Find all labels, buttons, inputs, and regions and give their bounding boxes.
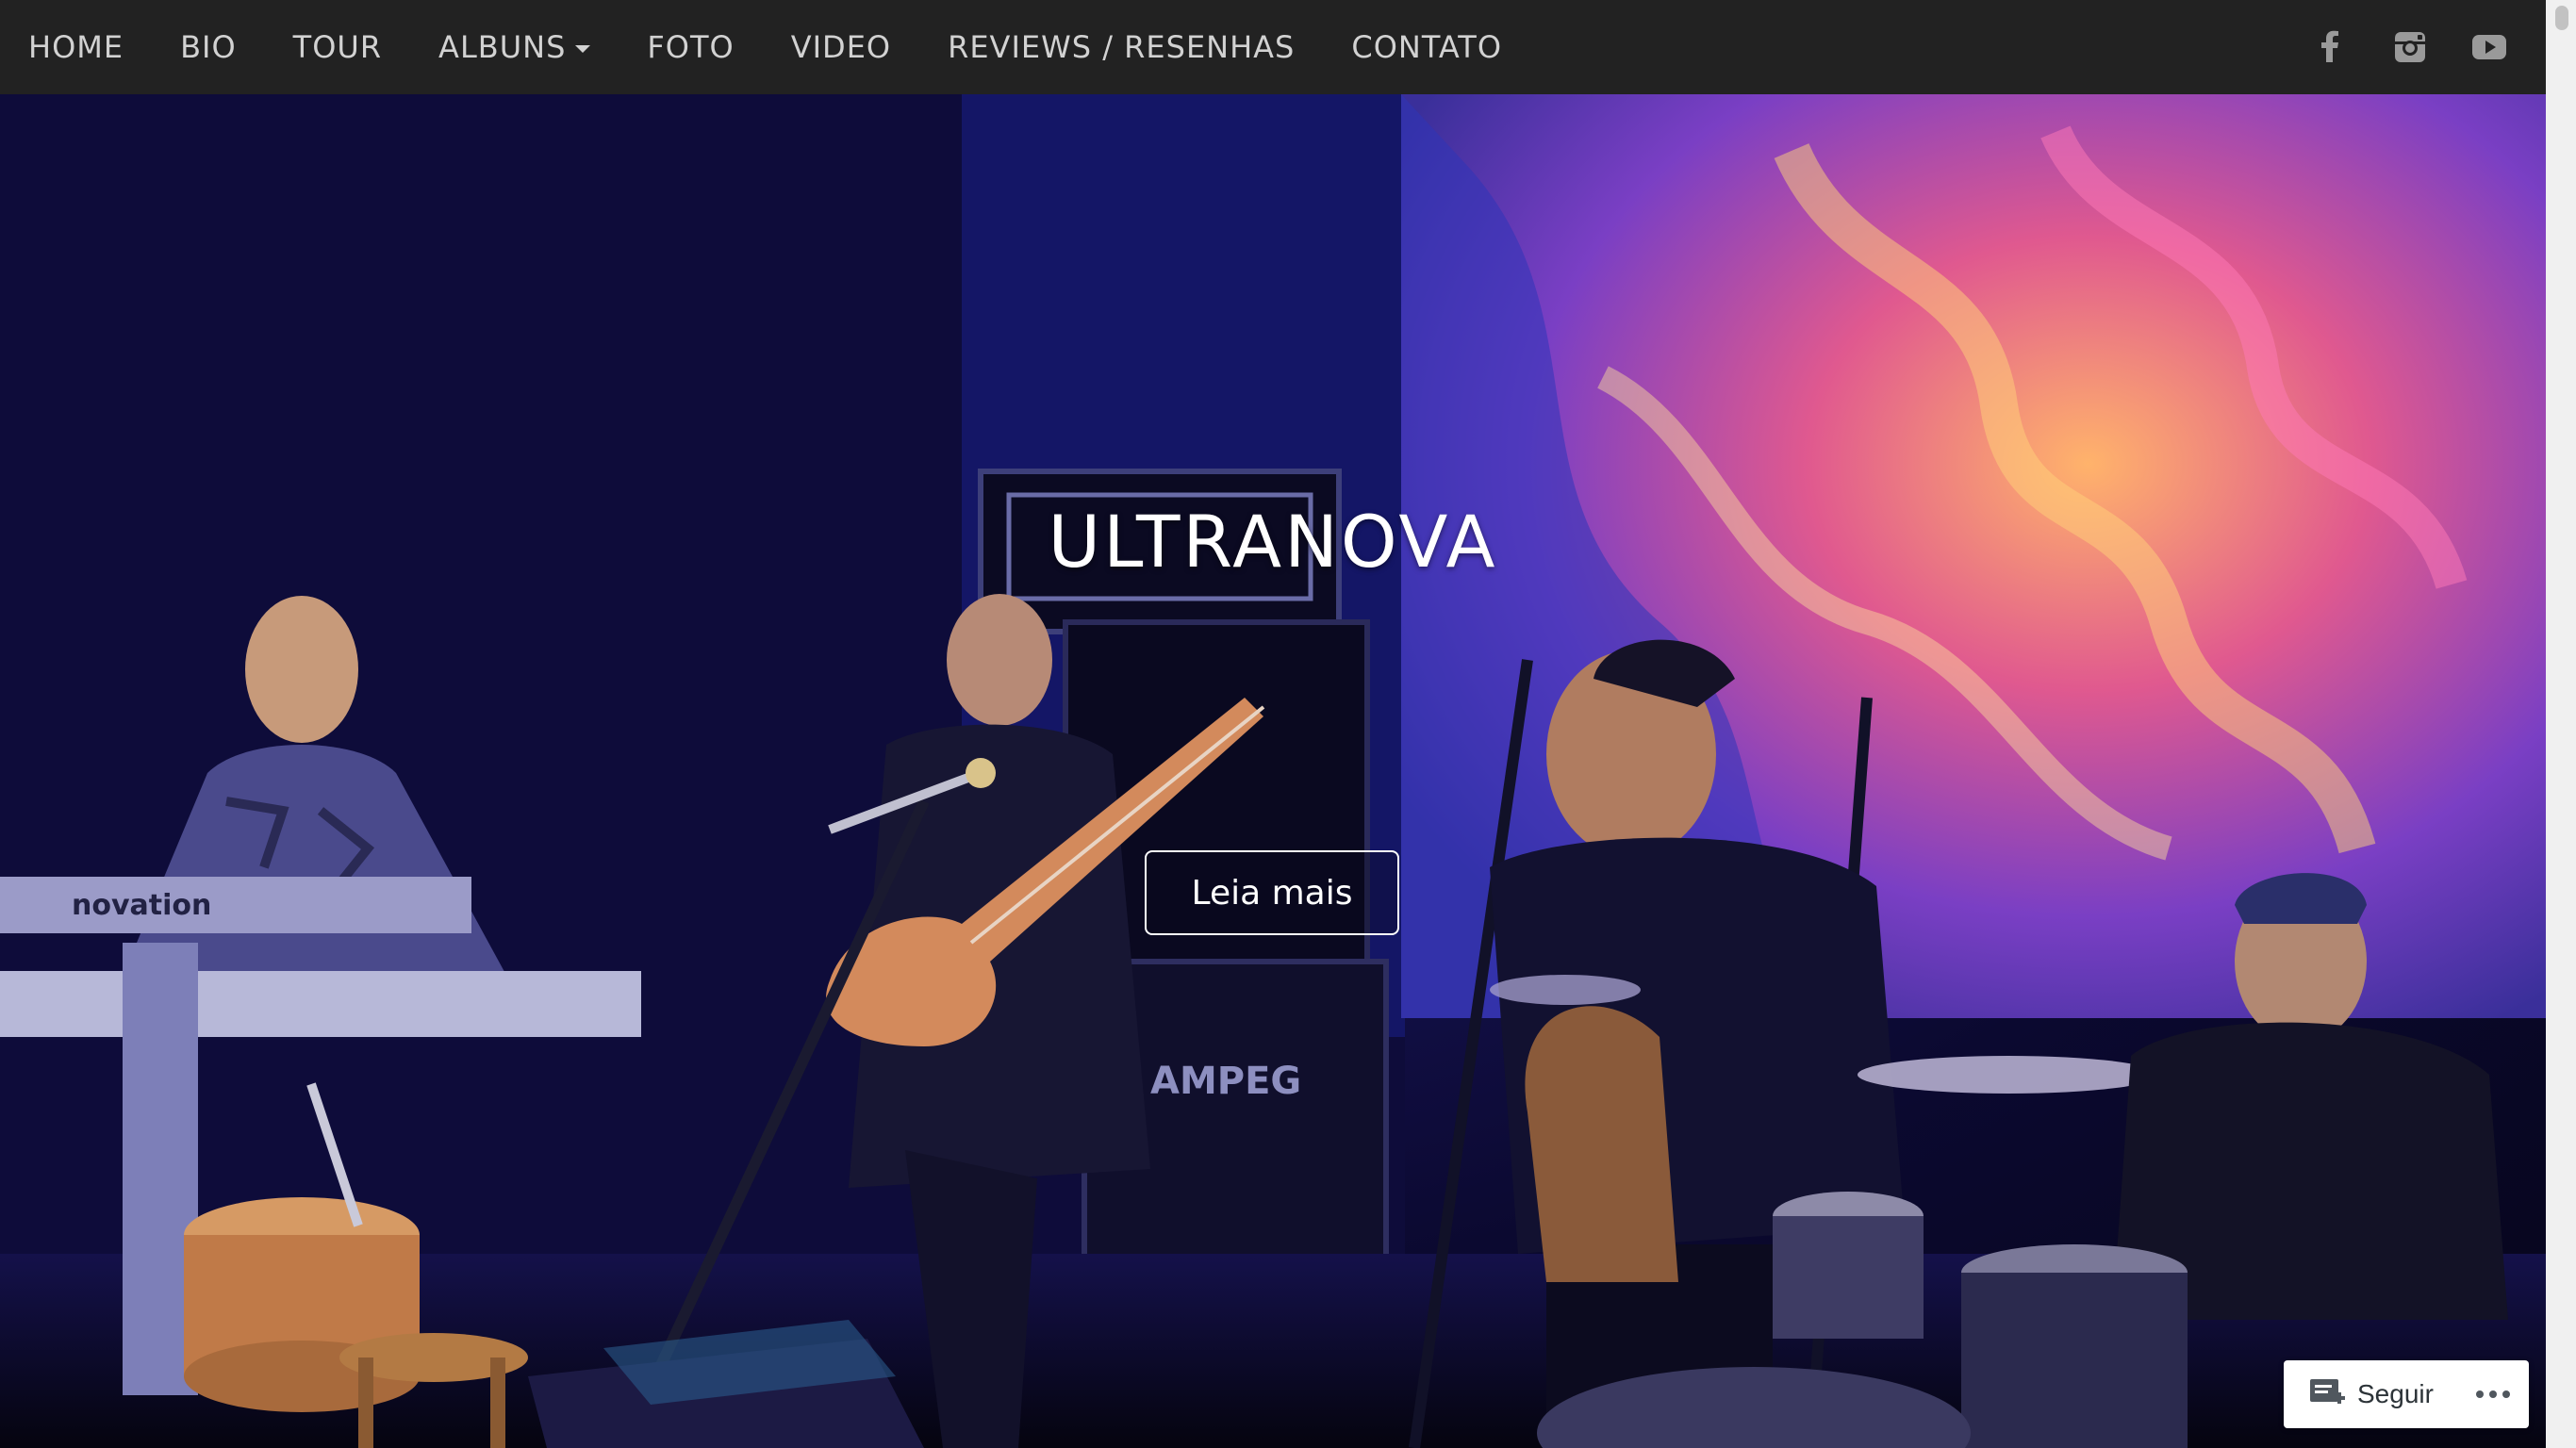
social-links (2312, 0, 2508, 94)
nav-menu: HOME BIO TOUR ALBUNS FOTO VIDEO REVIEWS … (28, 0, 1559, 94)
nav-item-video[interactable]: VIDEO (791, 29, 891, 65)
hero-title: ULTRANOVA (1048, 500, 1498, 584)
more-dot (2489, 1390, 2497, 1398)
nav-item-home[interactable]: HOME (28, 29, 124, 65)
nav-item-bio[interactable]: BIO (180, 29, 237, 65)
youtube-icon[interactable] (2470, 28, 2508, 66)
nav-item-foto[interactable]: FOTO (647, 29, 734, 65)
reader-follow-icon (2310, 1379, 2345, 1404)
nav-item-albuns-label: ALBUNS (438, 29, 567, 65)
follow-widget: Seguir (2284, 1360, 2529, 1428)
page-scrollbar[interactable] (2546, 0, 2576, 1448)
nav-item-contato[interactable]: CONTATO (1351, 29, 1502, 65)
nav-item-reviews[interactable]: REVIEWS / RESENHAS (948, 29, 1295, 65)
concert-photo: AMPEG novation (0, 94, 2546, 1448)
scrollbar-thumb[interactable] (2555, 6, 2568, 30)
facebook-icon[interactable] (2312, 28, 2350, 66)
keyboard-brand: novation (72, 889, 211, 922)
more-dot (2476, 1390, 2484, 1398)
more-dot (2502, 1390, 2510, 1398)
follow-label: Seguir (2357, 1379, 2434, 1408)
nav-item-tour[interactable]: TOUR (293, 29, 382, 65)
follow-button[interactable]: Seguir (2308, 1377, 2434, 1411)
read-more-button[interactable]: Leia mais (1145, 850, 1399, 935)
instagram-icon[interactable] (2391, 28, 2429, 66)
top-navbar: HOME BIO TOUR ALBUNS FOTO VIDEO REVIEWS … (0, 0, 2546, 94)
amp-brand: AMPEG (1150, 1060, 1301, 1103)
hero-banner: AMPEG novation ULTRANOVA Leia mais (0, 94, 2546, 1448)
ellipsis-icon[interactable] (2476, 1390, 2510, 1398)
caret-down-icon (575, 45, 591, 53)
nav-item-albuns[interactable]: ALBUNS (438, 29, 591, 65)
